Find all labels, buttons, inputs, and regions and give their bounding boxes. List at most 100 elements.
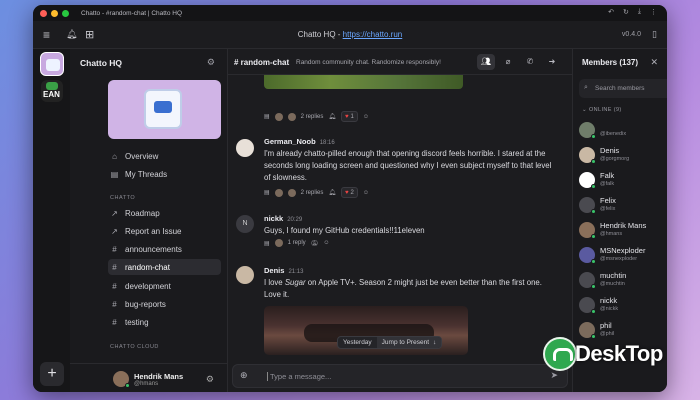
member-handle: @felix: [600, 206, 616, 212]
threads-icon: ▤: [110, 169, 119, 179]
document-icon[interactable]: ▯: [652, 29, 657, 40]
member-item[interactable]: muchtin @muchtin: [579, 270, 667, 292]
member-name: Hendrik Mans: [600, 221, 647, 230]
attachment-icon[interactable]: ⌀: [499, 54, 517, 70]
sidebar-item-report-issue[interactable]: ↗ Report an Issue: [108, 223, 221, 239]
download-icon[interactable]: ⤓: [638, 8, 641, 16]
channel-title: # random-chat: [234, 58, 290, 67]
sidebar-item-development[interactable]: # development: [108, 278, 221, 294]
online-status-dot: [591, 159, 596, 164]
message-body: I love Sugar on Apple TV+. Season 2 migh…: [264, 278, 542, 299]
channel-sidebar: Chatto HQ ⚙ ⌂ Overview ▤ My Threads CHATTO…: [70, 49, 228, 392]
forward-icon[interactable]: ➜: [543, 54, 561, 70]
sidebar-item-roadmap[interactable]: ↗ Roadmap: [108, 205, 221, 221]
avatar: [274, 188, 283, 197]
maximize-window-button[interactable]: [62, 9, 69, 17]
home-icon: ⌂: [112, 151, 117, 161]
sidebar-item-announcements[interactable]: # announcements: [108, 241, 221, 257]
sidebar-item-overview[interactable]: ⌂ Overview: [108, 148, 221, 164]
current-user-name: Hendrik Mans: [134, 372, 184, 381]
chatto-mascot-image: [144, 89, 182, 129]
message-author[interactable]: German_Noob: [264, 137, 316, 146]
replies-link[interactable]: 2 replies: [301, 190, 324, 196]
site-link[interactable]: https://chatto.run: [343, 30, 403, 39]
jump-to-present-button[interactable]: Jump to Present ↓: [376, 337, 442, 348]
thread-icon[interactable]: ▤: [264, 113, 270, 120]
member-item[interactable]: Hendrik Mans @hmans: [579, 220, 667, 242]
add-reaction-icon[interactable]: ☺: [363, 114, 369, 120]
channel-header: # random-chat Random community chat. Ran…: [228, 49, 572, 75]
header-address: Chatto HQ - https://chatto.run: [297, 30, 403, 39]
avatar[interactable]: [236, 266, 254, 284]
member-name: Falk: [600, 171, 615, 180]
menu-dots-icon[interactable]: ⋮: [650, 8, 657, 16]
channel-description: Random community chat. Randomize respons…: [296, 59, 441, 66]
member-name: Felix: [600, 196, 616, 205]
member-item[interactable]: Felix @felix: [579, 195, 667, 217]
member-item[interactable]: MSNexploder @msnexploder: [579, 245, 667, 267]
member-handle: @gorgmorg: [600, 156, 630, 162]
image-attachment[interactable]: [264, 75, 463, 89]
avatar[interactable]: [236, 139, 254, 157]
add-reaction-icon[interactable]: ☺: [363, 190, 369, 196]
message-author[interactable]: nickk: [264, 214, 283, 223]
member-item[interactable]: @ibenedix: [579, 120, 667, 142]
sidebar-item-random-chat[interactable]: # random-chat: [108, 259, 221, 275]
avatar[interactable]: N: [236, 215, 254, 233]
sidebar-item-bug-reports[interactable]: # bug-reports: [108, 296, 221, 312]
member-search-input[interactable]: ⌕ Search members: [579, 79, 667, 98]
avatar: [287, 188, 296, 197]
title-bar-icons: ↶ ↻ ⤓ ⋮: [608, 8, 657, 16]
add-reaction-icon[interactable]: ☺: [323, 240, 329, 246]
sidebar-item-my-threads[interactable]: ▤ My Threads: [108, 166, 221, 182]
add-attachment-icon[interactable]: ⊕: [240, 370, 248, 381]
close-icon[interactable]: ✕: [650, 57, 658, 68]
message-author[interactable]: Denis: [264, 266, 284, 275]
member-name: nickk: [600, 296, 618, 305]
member-item[interactable]: Falk @falk: [579, 170, 667, 192]
message-actions: ▤ 2 replies 🔔︎ ♥ 2 ☺: [264, 187, 369, 198]
minimize-window-button[interactable]: [51, 9, 58, 17]
hash-icon: #: [112, 281, 117, 291]
member-handle: @ibenedix: [600, 131, 627, 137]
member-item[interactable]: Denis @gorgmorg: [579, 145, 667, 167]
message-actions: ▤ 1 reply 🔕︎ ☺: [264, 239, 329, 247]
message-composer[interactable]: ⊕ Type a message... ➤: [232, 364, 568, 388]
server-chatto-hq[interactable]: [40, 52, 64, 76]
workspace-settings-icon[interactable]: ⚙: [207, 57, 215, 68]
window-controls: [40, 9, 69, 17]
message-input[interactable]: Type a message...: [267, 372, 331, 381]
close-window-button[interactable]: [40, 9, 47, 17]
hash-icon: #: [112, 317, 117, 327]
online-status-dot: [591, 184, 596, 189]
date-divider-label: Yesterday: [343, 339, 372, 346]
app-window: Chatto - #random-chat | Chatto HQ ↶ ↻ ⤓ …: [33, 5, 667, 392]
replies-link[interactable]: 1 reply: [288, 240, 306, 246]
phone-icon[interactable]: ✆: [521, 54, 539, 70]
bell-mute-icon[interactable]: 🔔︎: [328, 189, 336, 196]
section-chatto-cloud: CHATTO CLOUD: [110, 344, 159, 350]
arrow-down-icon: ↓: [433, 339, 437, 346]
thread-icon[interactable]: ▤: [264, 240, 270, 247]
member-item[interactable]: nickk @nickk: [579, 295, 667, 317]
thread-icon[interactable]: ▤: [264, 189, 270, 196]
add-server-button[interactable]: +: [40, 362, 64, 386]
bell-off-icon[interactable]: 🔕︎: [311, 240, 319, 247]
message-time: 20:29: [287, 217, 303, 223]
user-settings-icon[interactable]: ⚙: [206, 374, 214, 385]
heart-reaction[interactable]: ♥ 1: [340, 111, 358, 122]
reload-icon[interactable]: ↻: [623, 8, 629, 16]
server-secondary[interactable]: EAN: [41, 80, 63, 102]
heart-reaction[interactable]: ♥ 2: [340, 187, 358, 198]
online-status-dot: [591, 234, 596, 239]
message-actions: ▤ 2 replies 🔔︎ ♥ 1 ☺: [264, 111, 369, 122]
back-icon[interactable]: ↶: [608, 8, 614, 16]
members-toggle-icon[interactable]: 👥︎: [477, 54, 495, 70]
chatto-logo-icon: [46, 59, 60, 71]
replies-link[interactable]: 2 replies: [301, 114, 324, 120]
section-chatto: CHATTO: [110, 195, 136, 201]
bell-mute-icon[interactable]: 🔔︎: [328, 113, 336, 120]
avatar: [287, 112, 296, 121]
chat-panel: # random-chat Random community chat. Ran…: [228, 49, 572, 392]
sidebar-item-testing[interactable]: # testing: [108, 314, 221, 330]
